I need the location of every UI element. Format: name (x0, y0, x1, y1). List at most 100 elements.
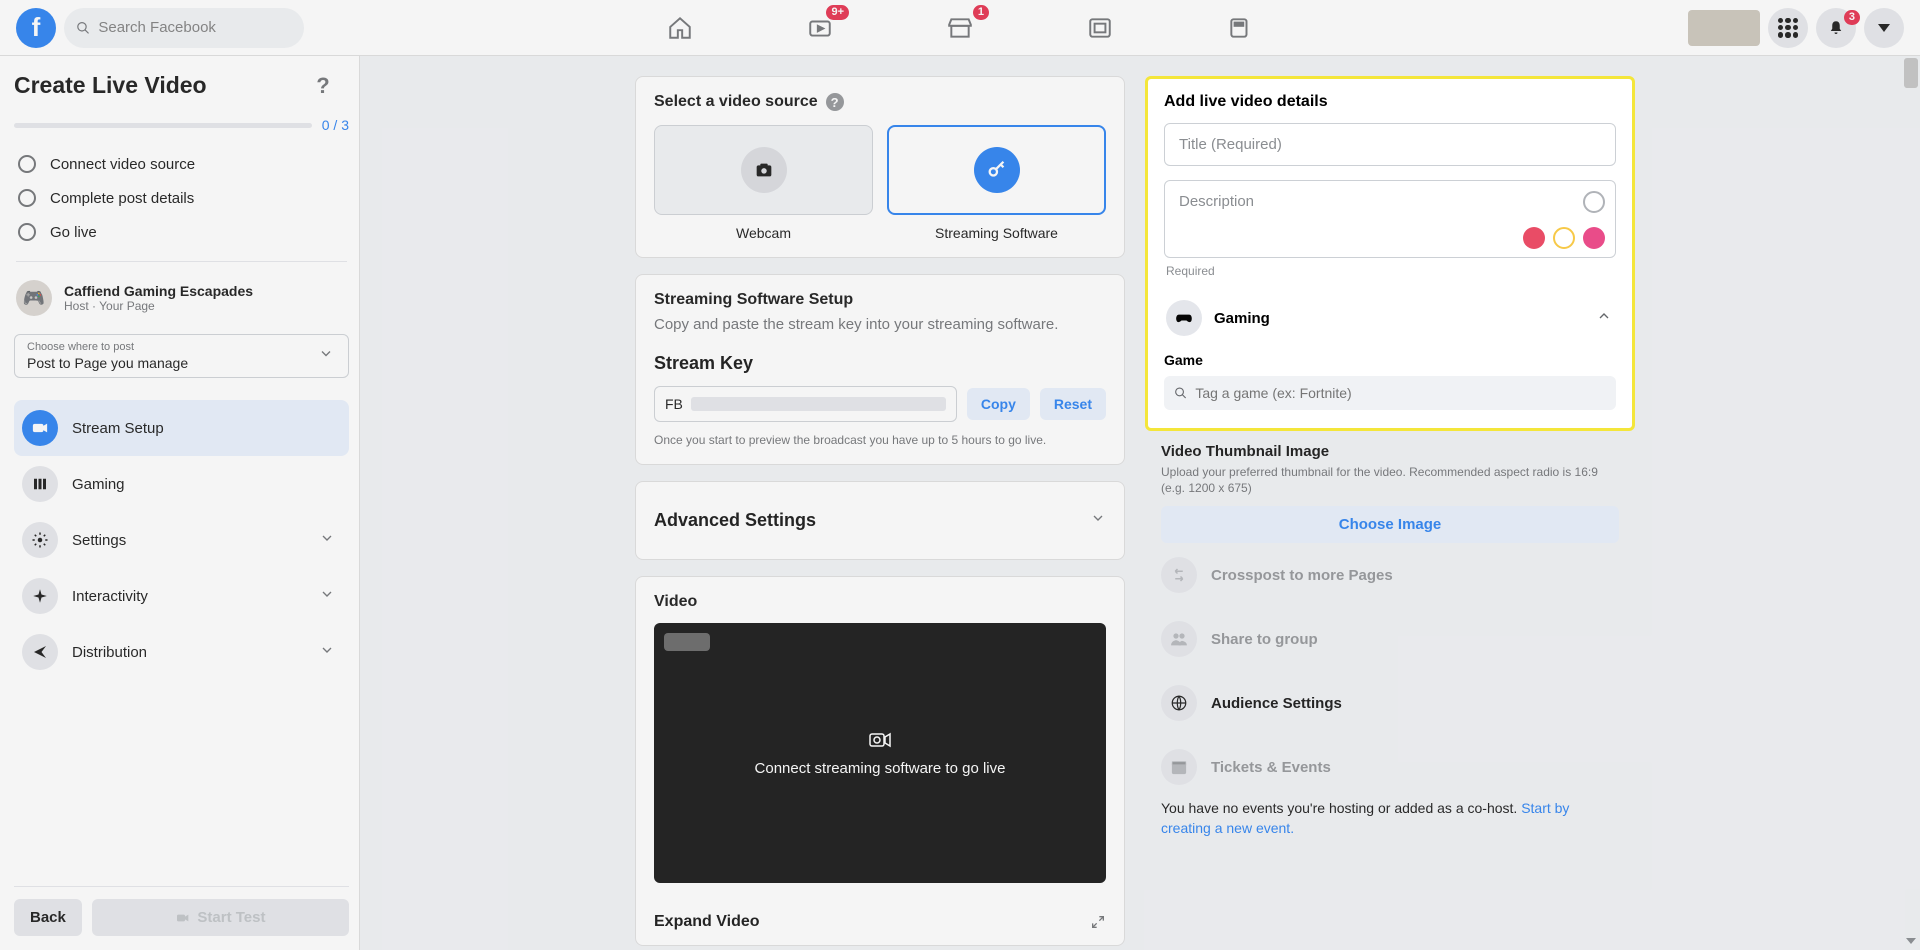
menu-button[interactable] (1768, 8, 1808, 48)
chevron-down-icon (318, 346, 334, 367)
nav-label: Settings (72, 532, 126, 549)
nav-watch[interactable]: 9+ (795, 3, 845, 53)
bars-icon (22, 466, 58, 502)
game-search[interactable] (1164, 376, 1616, 410)
camera-icon (741, 147, 787, 193)
share-icon (22, 634, 58, 670)
post-dest-value: Post to Page you manage (27, 355, 336, 371)
support-icon[interactable] (1583, 227, 1605, 249)
expand-video-row[interactable]: Expand Video (635, 899, 1125, 946)
advanced-settings-row[interactable]: Advanced Settings (635, 481, 1125, 560)
reset-button[interactable]: Reset (1040, 388, 1106, 420)
topbar-right: 3 (1688, 8, 1904, 48)
reaction-row (1523, 227, 1605, 249)
required-label: Required (1166, 264, 1616, 278)
step-golive: Go live (14, 215, 349, 249)
opt-label: Crosspost to more Pages (1211, 567, 1393, 584)
emoji-picker-icon[interactable] (1583, 191, 1605, 213)
stream-key-field[interactable]: FB (654, 386, 957, 422)
nav-label: Distribution (72, 644, 147, 661)
left-sidebar: Create Live Video ? 0 / 3 Connect video … (0, 56, 360, 950)
thumb-desc: Upload your preferred thumbnail for the … (1161, 464, 1619, 496)
thumbnail-block: Video Thumbnail Image Upload your prefer… (1145, 431, 1635, 543)
notif-badge: 3 (1844, 10, 1860, 25)
nav-gaming[interactable]: Gaming (14, 456, 349, 512)
feeling-icon[interactable] (1553, 227, 1575, 249)
description-field[interactable]: Description (1164, 180, 1616, 258)
fb-logo[interactable]: f (16, 8, 56, 48)
info-icon[interactable]: ? (826, 93, 844, 111)
crosspost-row: Crosspost to more Pages (1145, 543, 1635, 607)
video-preview: Connect streaming software to go live (654, 623, 1106, 883)
post-destination-select[interactable]: Choose where to post Post to Page you ma… (14, 334, 349, 378)
video-status-tag (664, 633, 710, 651)
stream-key-title: Stream Key (654, 353, 1106, 374)
video-msg: Connect streaming software to go live (755, 760, 1006, 777)
scrollbar[interactable] (1904, 58, 1918, 88)
profile-chip[interactable] (1688, 10, 1760, 46)
search-icon (1174, 386, 1187, 400)
chevron-down-icon (319, 586, 335, 606)
setup-heading: Streaming Software Setup (654, 291, 1106, 309)
gaming-toggle[interactable]: Gaming (1164, 290, 1616, 346)
location-icon[interactable] (1523, 227, 1545, 249)
opt-label: Audience Settings (1211, 695, 1342, 712)
nav-label: Gaming (72, 476, 125, 493)
step-list: Connect video source Complete post detai… (14, 147, 349, 249)
search-box[interactable] (64, 8, 304, 48)
video-heading: Video (654, 593, 1106, 611)
host-name: Caffiend Gaming Escapades (64, 283, 253, 299)
desc-placeholder: Description (1179, 193, 1601, 210)
camera-icon (175, 910, 191, 926)
sidebar-nav: Stream Setup Gaming Settings Interactivi… (14, 400, 349, 680)
nav-stream-setup[interactable]: Stream Setup (14, 400, 349, 456)
chevron-down-icon (319, 642, 335, 662)
globe-icon (1161, 685, 1197, 721)
step-details: Complete post details (14, 181, 349, 215)
copy-button[interactable]: Copy (967, 388, 1030, 420)
search-input[interactable] (98, 19, 292, 36)
nav-settings[interactable]: Settings (14, 512, 349, 568)
sidebar-footer: Back Start Test (14, 886, 349, 950)
choose-image-button[interactable]: Choose Image (1161, 506, 1619, 543)
chevron-down-icon (1090, 510, 1106, 531)
thumb-heading: Video Thumbnail Image (1161, 443, 1619, 460)
host-row[interactable]: 🎮 Caffiend Gaming Escapades Host · Your … (14, 274, 349, 322)
opt-label: Tickets & Events (1211, 759, 1331, 776)
main-area: Select a video source ? Webcam Streaming… (360, 56, 1920, 950)
source-webcam[interactable]: Webcam (654, 125, 873, 241)
help-button[interactable]: ? (309, 72, 337, 100)
audience-row[interactable]: Audience Settings (1145, 671, 1635, 735)
expand-icon (1090, 914, 1106, 930)
title-field[interactable]: Title (Required) (1164, 123, 1616, 166)
nav-news[interactable] (1215, 3, 1265, 53)
game-search-input[interactable] (1195, 385, 1606, 401)
opt-label: Share to group (1211, 631, 1318, 648)
source-label: Streaming Software (887, 225, 1106, 241)
nav-marketplace[interactable]: 1 (935, 3, 985, 53)
chevron-down-icon (319, 530, 335, 550)
source-label: Webcam (654, 225, 873, 241)
sparkle-icon (22, 578, 58, 614)
notifications-button[interactable]: 3 (1816, 8, 1856, 48)
key-icon (974, 147, 1020, 193)
watch-badge: 9+ (826, 5, 849, 20)
search-icon (76, 20, 90, 36)
start-test-button[interactable]: Start Test (92, 899, 349, 936)
progress-bar (14, 123, 312, 128)
scroll-down-icon[interactable] (1904, 934, 1918, 948)
back-button[interactable]: Back (14, 899, 82, 936)
nav-groups[interactable] (1075, 3, 1125, 53)
video-card: Video Connect streaming software to go l… (635, 576, 1125, 899)
tickets-row: Tickets & Events (1145, 735, 1635, 799)
nav-interactivity[interactable]: Interactivity (14, 568, 349, 624)
details-card: Add live video details Title (Required) … (1145, 76, 1635, 431)
source-card: Select a video source ? Webcam Streaming… (635, 76, 1125, 258)
nav-distribution[interactable]: Distribution (14, 624, 349, 680)
source-software[interactable]: Streaming Software (887, 125, 1106, 241)
controller-icon (1166, 300, 1202, 336)
nav-label: Interactivity (72, 588, 148, 605)
chevron-down-icon (1878, 24, 1890, 32)
nav-home[interactable] (655, 3, 705, 53)
account-dropdown[interactable] (1864, 8, 1904, 48)
